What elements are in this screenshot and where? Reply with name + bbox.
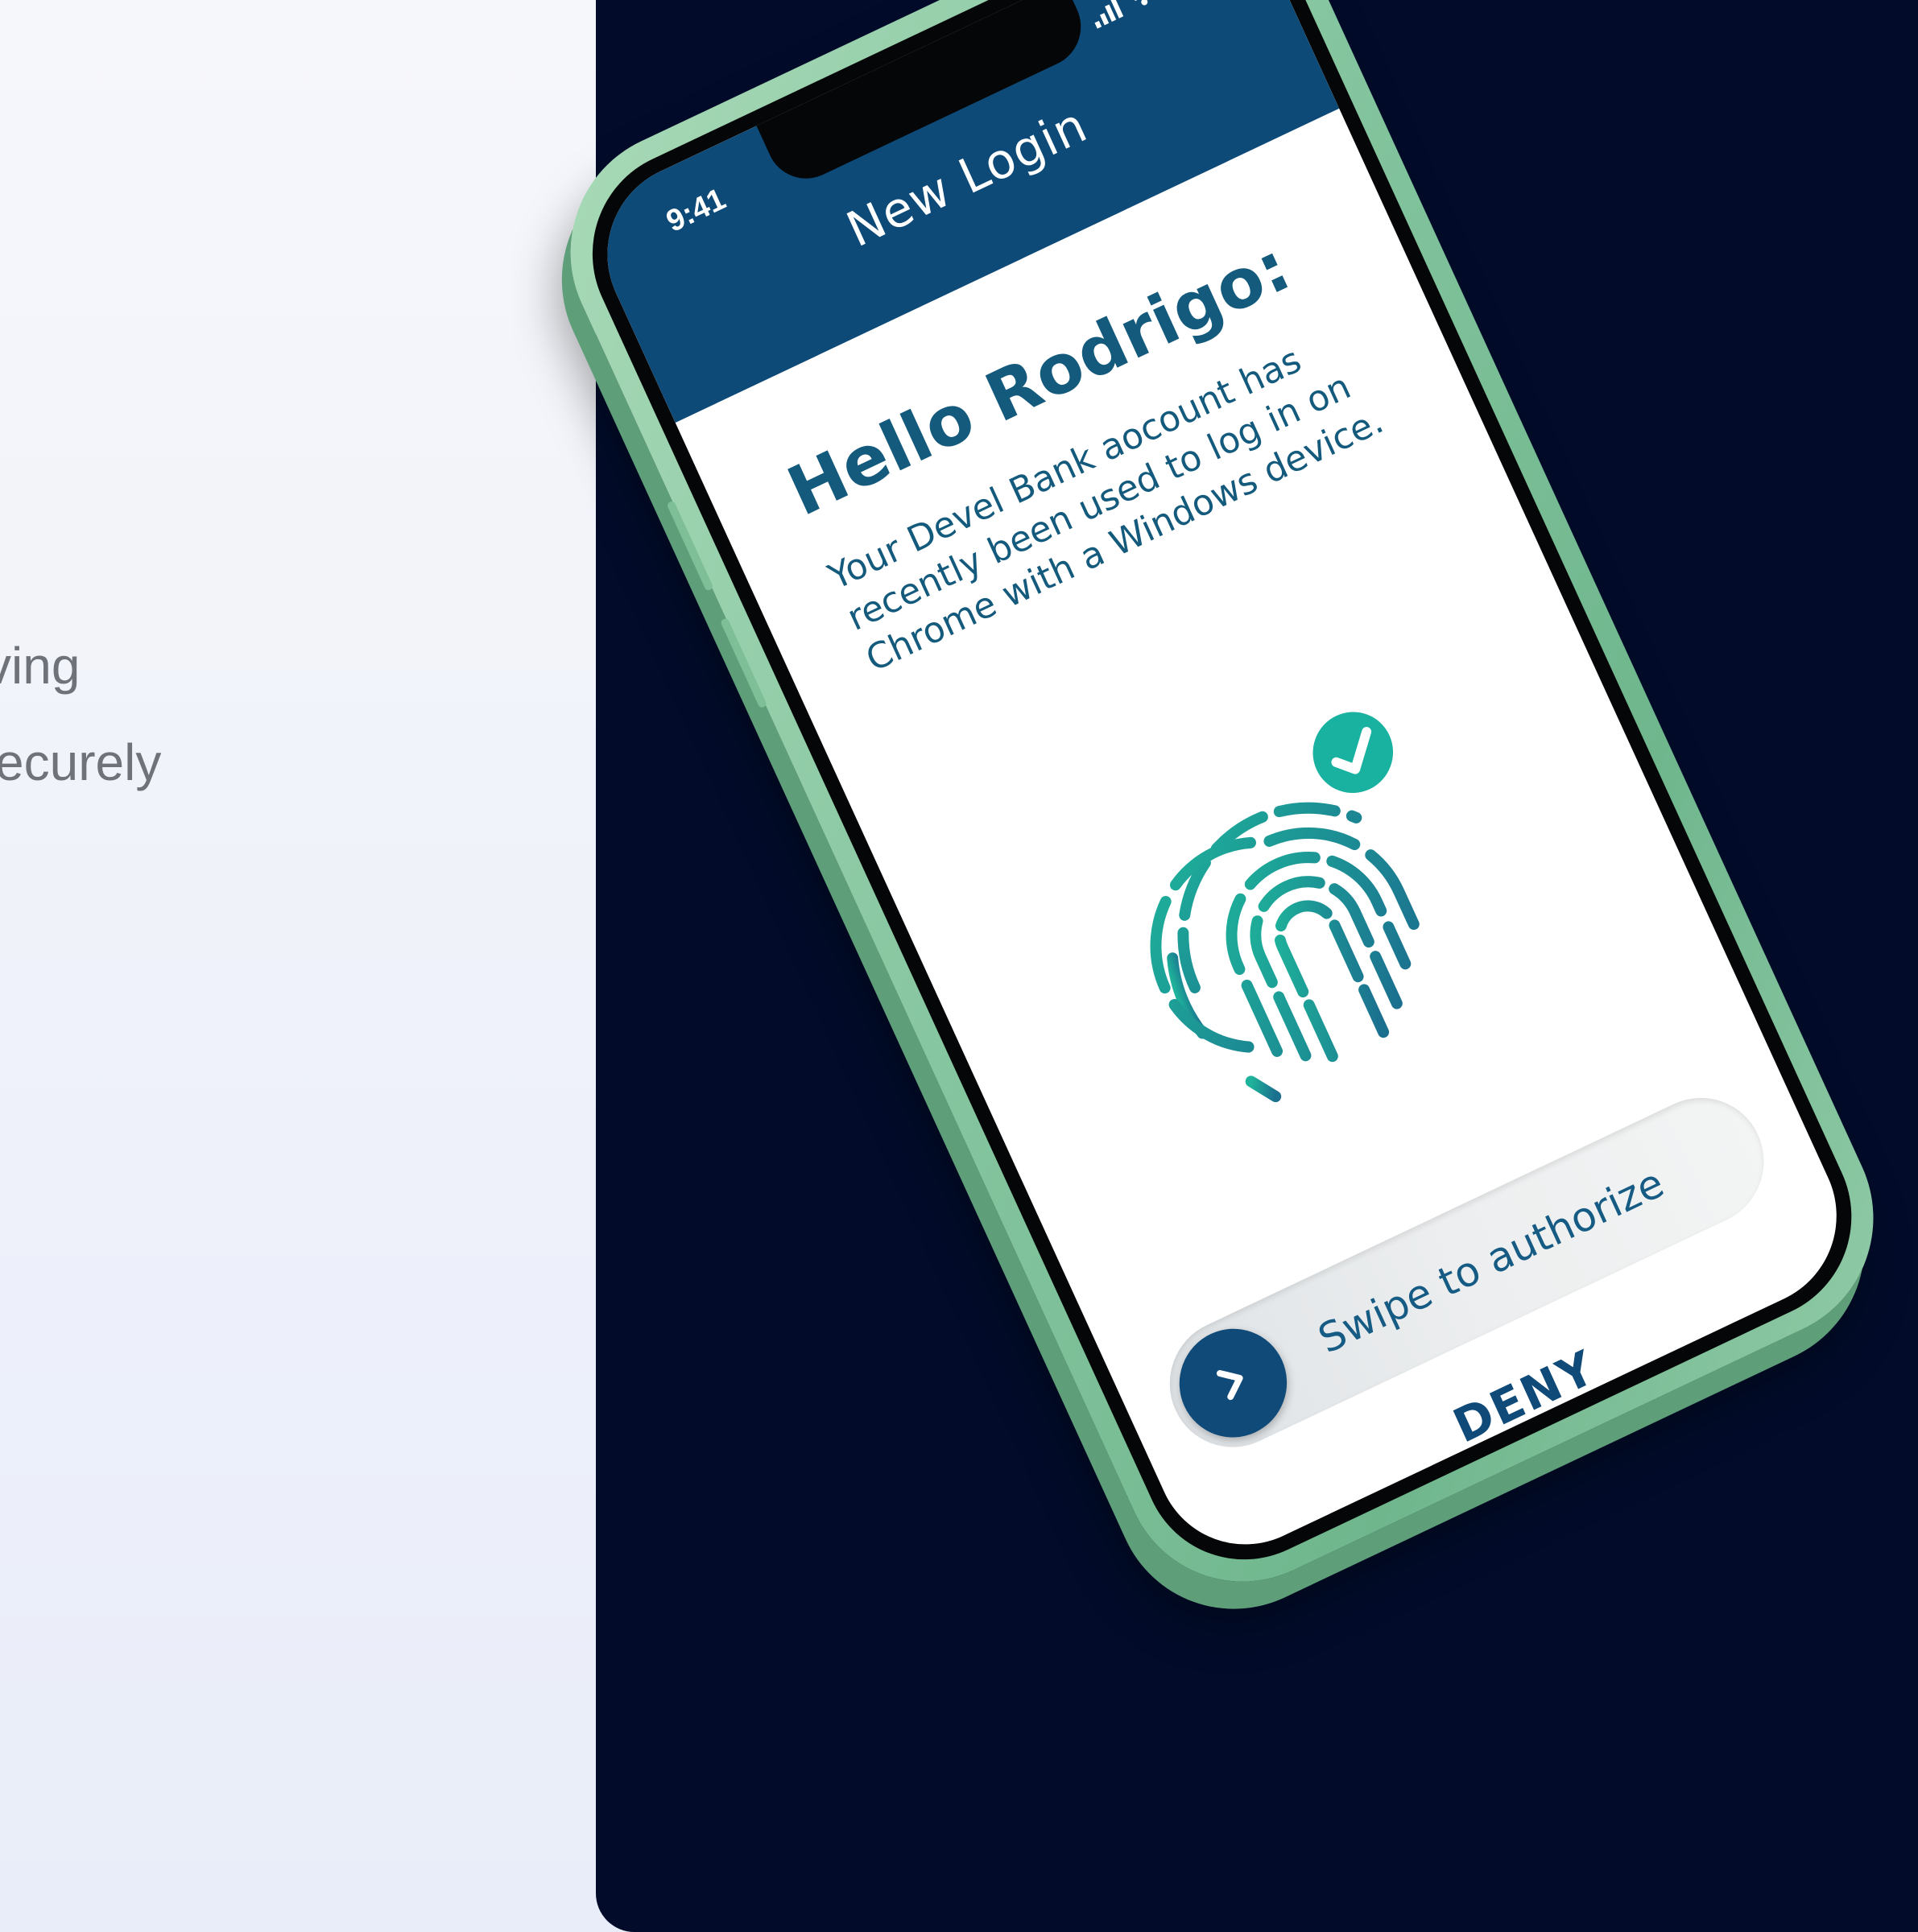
swipe-knob[interactable] <box>1162 1311 1304 1455</box>
chevron-right-icon <box>1201 1349 1266 1417</box>
marketing-canvas: ving ecurely 9:41 <box>0 0 1918 1932</box>
fingerprint-icon <box>1079 703 1536 1166</box>
signal-icon <box>1088 0 1125 31</box>
status-icons <box>1088 0 1211 31</box>
phone-mockup-wrapper: 9:41 New Login Hello Rodrigo: Your Devel… <box>0 0 1918 1932</box>
wifi-icon <box>1122 0 1161 15</box>
message-line: recently been used to log in on <box>841 365 1358 639</box>
status-time: 9:41 <box>661 182 731 239</box>
phone-mockup: 9:41 New Login Hello Rodrigo: Your Devel… <box>531 0 1913 1622</box>
